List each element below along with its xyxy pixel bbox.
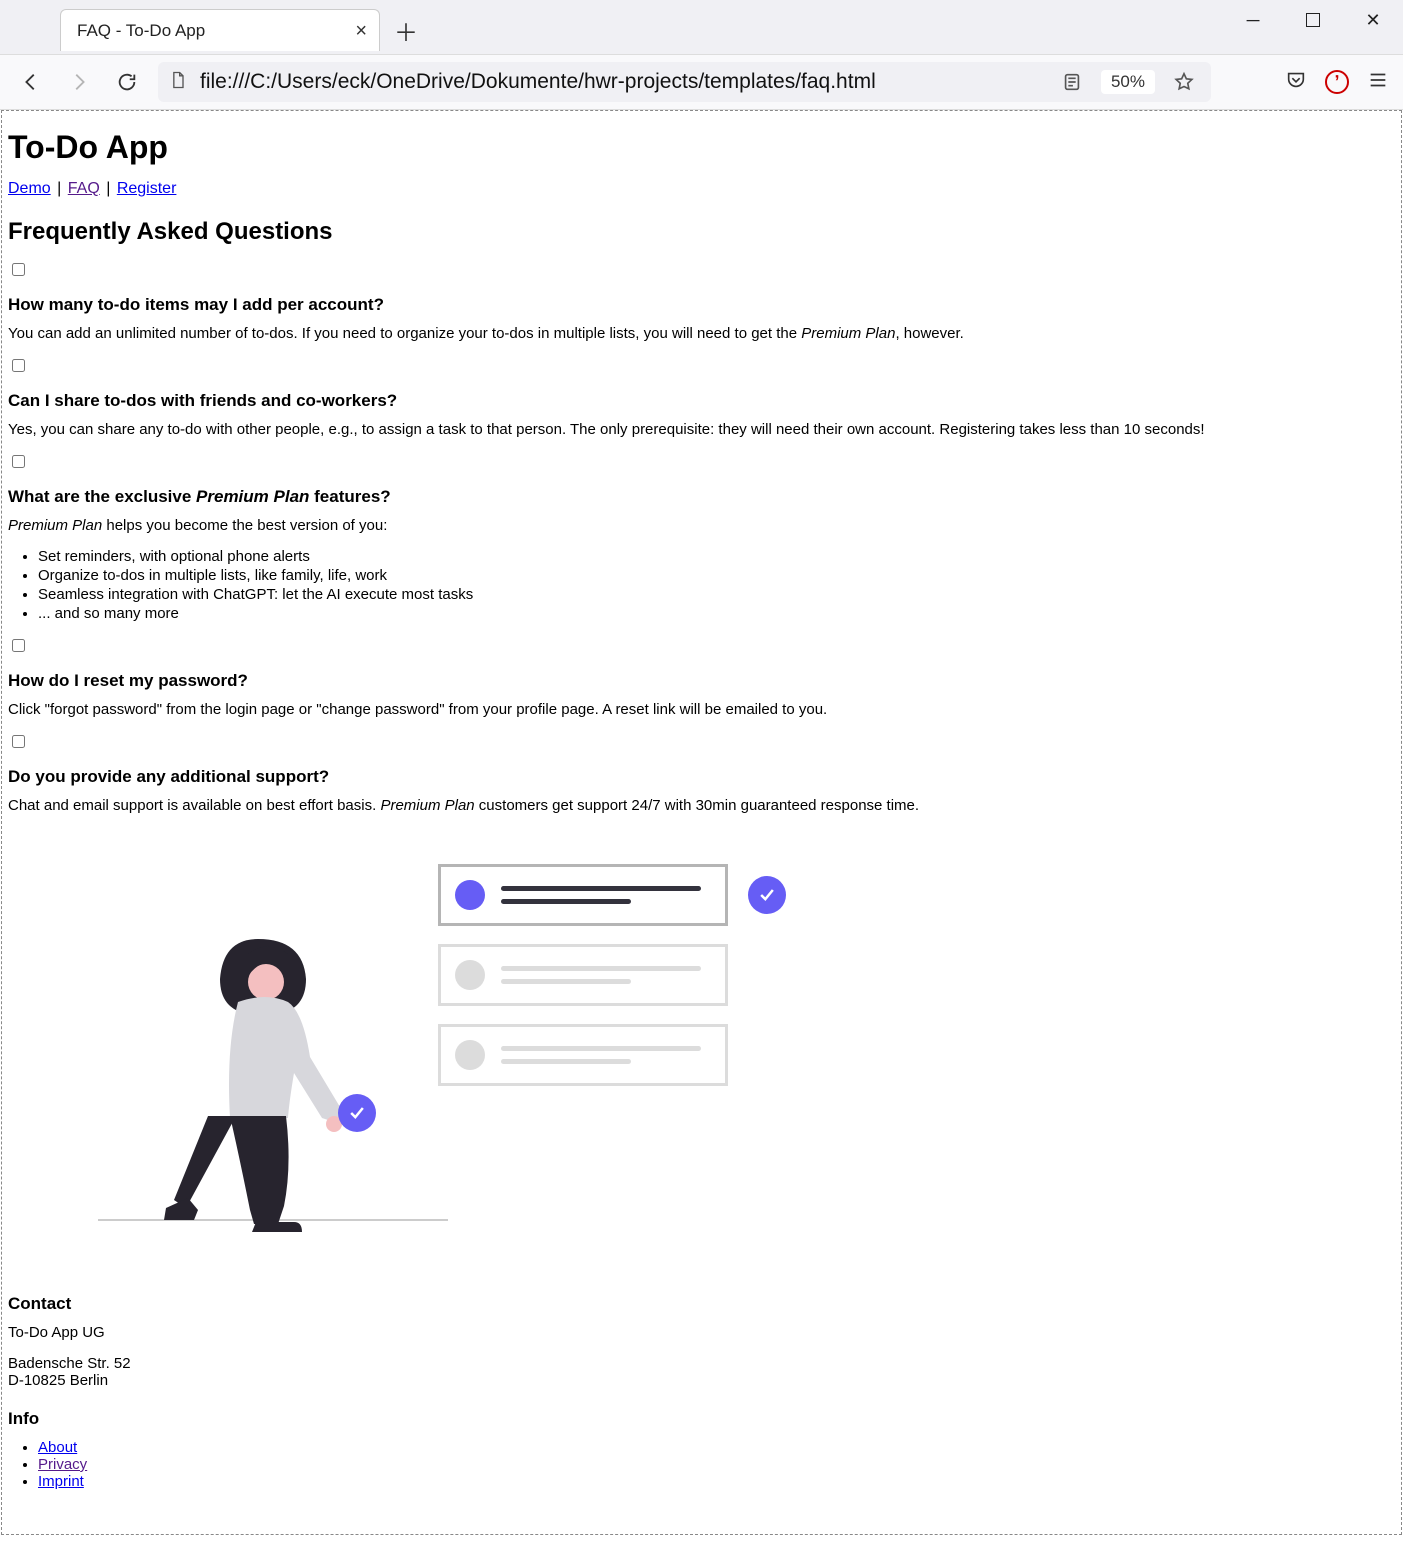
todo-card <box>438 944 728 1006</box>
faq-toggle-5[interactable] <box>12 735 25 748</box>
zoom-level[interactable]: 50% <box>1101 70 1155 94</box>
faq-answer-4: Click "forgot password" from the login p… <box>8 701 1395 718</box>
file-icon <box>168 68 188 97</box>
faq-toggle-1[interactable] <box>12 263 25 276</box>
card-dot-icon <box>455 960 485 990</box>
browser-tab[interactable]: FAQ - To-Do App × <box>60 9 380 51</box>
new-tab-button[interactable]: ＋ <box>390 14 422 46</box>
noscript-icon[interactable]: ʼ <box>1325 70 1349 94</box>
check-badge-icon <box>748 876 786 914</box>
faq-answer-1: You can add an unlimited number of to-do… <box>8 325 1395 342</box>
contact-heading: Contact <box>8 1294 1395 1314</box>
window-close-button[interactable]: ✕ <box>1343 0 1403 40</box>
todo-card <box>438 1024 728 1086</box>
card-dot-icon <box>455 1040 485 1070</box>
url-text: file:///C:/Users/eck/OneDrive/Dokumente/… <box>200 70 1043 94</box>
footer-info-list: About Privacy Imprint <box>8 1439 1395 1490</box>
street: Badensche Str. 52 <box>8 1355 131 1372</box>
todo-card-active <box>438 864 728 926</box>
premium-feature-list: Set reminders, with optional phone alert… <box>8 548 1395 622</box>
hero-illustration <box>88 844 868 1264</box>
faq-question-5: Do you provide any additional support? <box>8 767 1395 787</box>
list-item: Seamless integration with ChatGPT: let t… <box>38 586 1395 603</box>
page-viewport: To-Do App Demo | FAQ | Register Frequent… <box>1 110 1402 1535</box>
bookmark-star-icon[interactable] <box>1167 65 1201 99</box>
info-heading: Info <box>8 1409 1395 1429</box>
card-dot-icon <box>455 880 485 910</box>
nav-register-link[interactable]: Register <box>117 180 177 197</box>
pocket-icon[interactable] <box>1285 69 1307 96</box>
footer-privacy-link[interactable]: Privacy <box>38 1456 87 1473</box>
app-title: To-Do App <box>8 129 1395 166</box>
faq-question-3: What are the exclusive Premium Plan feat… <box>8 487 1395 507</box>
nav-forward-button[interactable] <box>62 65 96 99</box>
faq-answer-3-intro: Premium Plan helps you become the best v… <box>8 517 1395 534</box>
list-item: Set reminders, with optional phone alert… <box>38 548 1395 565</box>
faq-question-4: How do I reset my password? <box>8 671 1395 691</box>
app-menu-button[interactable] <box>1367 69 1389 96</box>
tab-close-icon[interactable]: × <box>355 21 367 41</box>
nav-faq-link[interactable]: FAQ <box>68 180 100 197</box>
check-badge-icon <box>338 1094 376 1132</box>
faq-toggle-3[interactable] <box>12 455 25 468</box>
faq-answer-2: Yes, you can share any to-do with other … <box>8 421 1395 438</box>
faq-question-2: Can I share to-dos with friends and co-w… <box>8 391 1395 411</box>
person-illustration <box>148 924 408 1234</box>
company-name: To-Do App UG <box>8 1324 1395 1341</box>
reload-button[interactable] <box>110 65 144 99</box>
city: D-10825 Berlin <box>8 1372 108 1389</box>
nav-demo-link[interactable]: Demo <box>8 180 51 197</box>
window-minimize-button[interactable]: ─ <box>1223 0 1283 40</box>
faq-answer-5: Chat and email support is available on b… <box>8 797 1395 814</box>
window-maximize-button[interactable] <box>1283 0 1343 40</box>
list-item: Organize to-dos in multiple lists, like … <box>38 567 1395 584</box>
faq-heading: Frequently Asked Questions <box>8 218 1395 246</box>
url-bar[interactable]: file:///C:/Users/eck/OneDrive/Dokumente/… <box>158 62 1211 102</box>
browser-tab-title: FAQ - To-Do App <box>77 21 205 41</box>
footer-about-link[interactable]: About <box>38 1439 77 1456</box>
reader-mode-icon[interactable] <box>1055 65 1089 99</box>
nav-back-button[interactable] <box>14 65 48 99</box>
faq-toggle-2[interactable] <box>12 359 25 372</box>
top-nav: Demo | FAQ | Register <box>8 180 1395 198</box>
list-item: ... and so many more <box>38 605 1395 622</box>
footer-imprint-link[interactable]: Imprint <box>38 1473 84 1490</box>
faq-question-1: How many to-do items may I add per accou… <box>8 295 1395 315</box>
faq-toggle-4[interactable] <box>12 639 25 652</box>
